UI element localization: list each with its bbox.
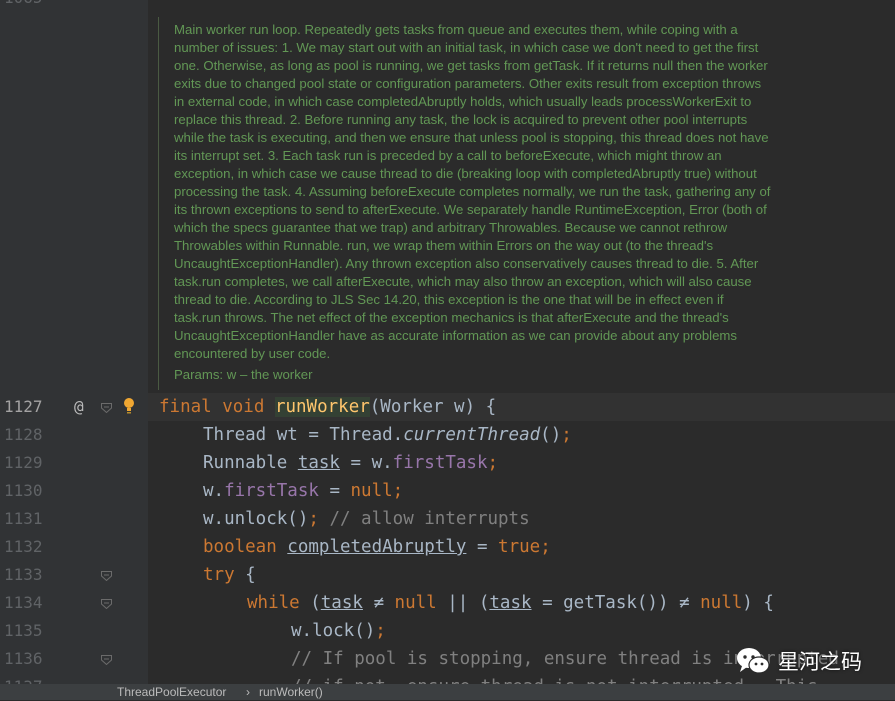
fold-marker-icon[interactable] [101,571,112,581]
keyword: while [247,593,300,613]
variable: completedAbruptly [287,537,467,557]
line-number: 1127 [4,397,43,416]
line-number: 1128 [4,425,43,444]
code-text: = [466,537,499,557]
code-text: w. [203,481,225,501]
code-text: ) { [742,593,774,613]
field: firstTask [224,481,319,501]
watermark-text: 星河之码 [778,650,862,674]
lightbulb-icon[interactable] [122,397,136,415]
keyword: null [350,481,393,501]
keyword: null [394,593,437,613]
keyword: true [498,537,541,557]
code-line[interactable]: final void runWorker(Worker w) { [159,393,496,421]
method-name: runWorker [274,397,370,417]
code-text: () [540,425,562,445]
line-number: 1132 [4,537,43,556]
code-line[interactable]: while (task ≠ null || (task = getTask())… [247,589,774,617]
fold-marker-icon[interactable] [101,403,112,413]
code-text: = w. [339,453,393,473]
line-number: 1131 [4,509,43,528]
keyword: null [700,593,743,613]
breadcrumb-separator: › [246,685,250,699]
line-number: 1065 [4,0,46,12]
semicolon: ; [487,453,499,473]
javadoc-text: Main worker run loop. Repeatedly gets ta… [174,22,771,361]
code-text: = [318,481,351,501]
keyword: void [222,397,265,417]
variable: task [297,453,340,473]
semicolon: ; [392,481,404,501]
line-number: 1135 [4,621,43,640]
code-text: = getTask()) [531,593,680,613]
keyword: try [203,565,235,585]
code-line[interactable]: w.firstTask = null; [203,477,403,505]
breadcrumb: ThreadPoolExecutor › runWorker() [0,684,895,700]
semicolon: ; [540,537,551,557]
method-call: currentThread [403,425,541,445]
code-text: Thread wt = Thread. [203,425,404,445]
fold-marker-icon[interactable] [101,655,112,665]
code-line[interactable]: Runnable task = w.firstTask; [203,449,498,477]
fold-marker-icon[interactable] [101,599,112,609]
line-number: 1134 [4,593,43,612]
code-text: ( [299,593,321,613]
field: firstTask [392,453,488,473]
comment: // allow interrupts [318,509,530,529]
line-number: 1136 [4,649,43,668]
rendered-javadoc[interactable]: Main worker run loop. Repeatedly gets ta… [158,17,779,390]
breadcrumb-class[interactable]: ThreadPoolExecutor [117,684,226,700]
code-text: w.unlock() [203,509,309,529]
code-text: (Worker w) { [369,397,497,417]
code-line[interactable]: w.unlock(); // allow interrupts [203,505,530,533]
line-number: 1130 [4,481,43,500]
code-text: { [234,565,256,585]
line-number: 1129 [4,453,43,472]
keyword: boolean [203,537,288,557]
code-line[interactable]: boolean completedAbruptly = true; [203,533,551,561]
wechat-icon [737,648,770,674]
keyword: final [159,397,212,417]
breadcrumb-method[interactable]: runWorker() [259,684,323,700]
code-text: w.lock() [291,621,376,641]
code-line[interactable]: try { [203,561,256,589]
semicolon: ; [375,621,386,641]
semicolon: ; [308,509,319,529]
code-text: ≠ [679,593,701,613]
semicolon: ; [561,425,572,445]
watermark: 星河之码 [736,643,862,679]
code-text: || ( [436,593,490,613]
override-annotation-marker[interactable]: @ [74,397,84,416]
javadoc-params: Params: w – the worker [174,367,313,382]
variable: task [489,593,532,613]
code-text: Runnable [203,453,298,473]
variable: task [320,593,363,613]
code-line[interactable]: w.lock(); [291,617,386,645]
code-line[interactable]: Thread wt = Thread.currentThread(); [203,421,572,449]
code-text: ≠ [362,593,395,613]
line-number: 1133 [4,565,43,584]
